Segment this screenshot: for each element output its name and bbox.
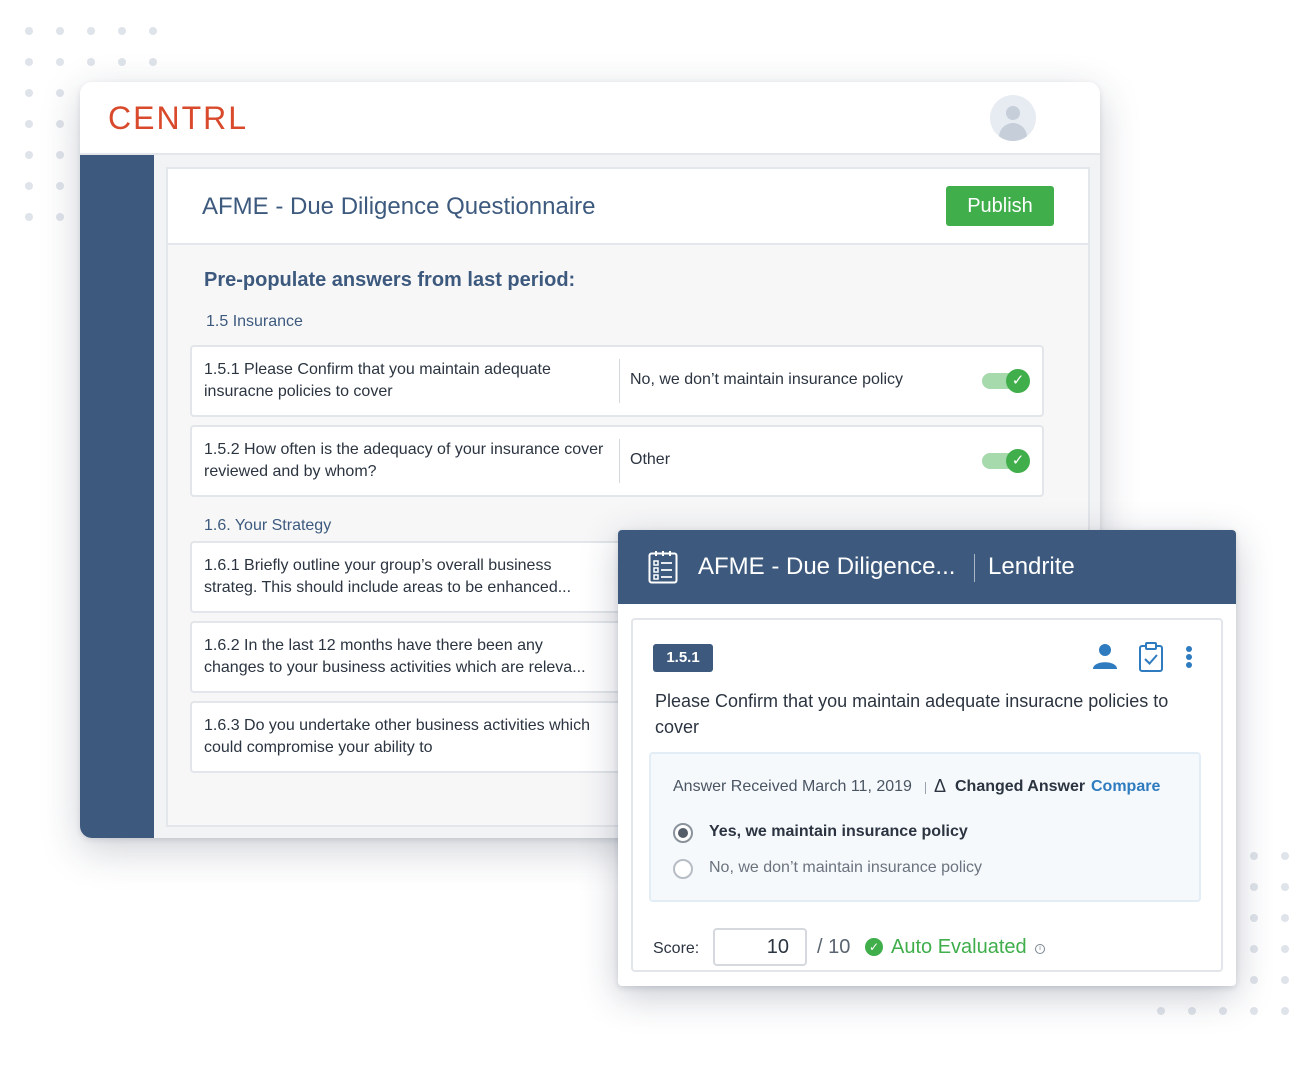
- info-icon[interactable]: i: [1035, 944, 1045, 954]
- decorative-dot: [25, 182, 33, 190]
- question-text: 1.6.1 Briefly outline your group’s overa…: [204, 557, 572, 596]
- decorative-dot: [1281, 1007, 1289, 1015]
- radio-selected[interactable]: [673, 823, 693, 843]
- section-label-insurance: 1.5 Insurance: [206, 313, 303, 330]
- decorative-dot: [1157, 1007, 1165, 1015]
- question-row: 1.5.2 How often is the adequacy of your …: [190, 425, 1044, 497]
- decorative-dot: [56, 182, 64, 190]
- person-icon[interactable]: [1091, 642, 1119, 672]
- divider: [619, 359, 620, 403]
- panel-header: AFME - Due Diligence Questionnaire Publi…: [168, 169, 1088, 245]
- prepopulate-heading: Pre-populate answers from last period:: [204, 269, 576, 291]
- user-avatar-icon[interactable]: [990, 95, 1036, 141]
- compare-link[interactable]: Compare: [1091, 778, 1160, 796]
- check-icon: ✓: [1006, 369, 1030, 393]
- decorative-dot: [56, 213, 64, 221]
- decorative-dot: [25, 58, 33, 66]
- changed-answer-label: Changed Answer: [955, 778, 1086, 795]
- question-detail: 1.5.1 Please Confirm that you maintain a…: [631, 618, 1223, 972]
- answer-received-date: Answer Received March 11, 2019: [673, 778, 912, 795]
- more-vertical-icon[interactable]: [1179, 642, 1199, 672]
- decorative-dot: [1281, 914, 1289, 922]
- decorative-dot: [1250, 914, 1258, 922]
- check-icon: ✓: [865, 938, 883, 956]
- page-title: AFME - Due Diligence Questionnaire: [202, 193, 596, 220]
- divider: [619, 439, 620, 483]
- decorative-dot: [25, 27, 33, 35]
- card-title: AFME - Due Diligence...: [698, 553, 956, 580]
- divider: [925, 782, 926, 794]
- decorative-dot: [56, 89, 64, 97]
- publish-button[interactable]: Publish: [946, 186, 1054, 226]
- decorative-dot: [56, 58, 64, 66]
- decorative-dot: [25, 89, 33, 97]
- decorative-dot: [56, 120, 64, 128]
- decorative-dot: [1250, 1007, 1258, 1015]
- decorative-dot: [1188, 1007, 1196, 1015]
- decorative-dot: [25, 151, 33, 159]
- top-bar: CENTRL: [80, 82, 1100, 155]
- previous-answer: No, we don’t maintain insurance policy: [630, 371, 904, 388]
- delta-icon: Δ: [934, 776, 947, 796]
- question-text: 1.5.1 Please Confirm that you maintain a…: [204, 361, 551, 400]
- score-label: Score:: [653, 940, 700, 957]
- question-text: 1.6.3 Do you undertake other business ac…: [204, 717, 590, 756]
- decorative-dot: [87, 27, 95, 35]
- decorative-dot: [1250, 976, 1258, 984]
- decorative-dot: [56, 151, 64, 159]
- decorative-dot: [87, 58, 95, 66]
- decorative-dot: [1219, 1007, 1227, 1015]
- decorative-dot: [118, 58, 126, 66]
- option-label: No, we don’t maintain insurance policy: [709, 859, 983, 876]
- decorative-dot: [149, 58, 157, 66]
- clipboard-check-icon[interactable]: [1137, 642, 1165, 672]
- question-text: Please Confirm that you maintain adequat…: [655, 691, 1169, 737]
- prepopulate-toggle[interactable]: ✓: [982, 369, 1030, 393]
- decorative-dot: [1250, 945, 1258, 953]
- decorative-dot: [56, 27, 64, 35]
- question-number-badge: 1.5.1: [653, 644, 713, 672]
- centrl-logo: CENTRL: [108, 100, 249, 136]
- score-max: / 10: [817, 936, 851, 958]
- check-icon: ✓: [1006, 449, 1030, 473]
- option-label: Yes, we maintain insurance policy: [709, 823, 968, 840]
- question-text: 1.6.2 In the last 12 months have there b…: [204, 637, 586, 676]
- radio-unselected[interactable]: [673, 859, 693, 879]
- decorative-dot: [1281, 883, 1289, 891]
- document-list-icon: [648, 551, 678, 584]
- prepopulate-toggle[interactable]: ✓: [982, 449, 1030, 473]
- decorative-dot: [25, 213, 33, 221]
- decorative-dot: [1281, 976, 1289, 984]
- company-name: Lendrite: [988, 553, 1075, 580]
- question-text: 1.5.2 How often is the adequacy of your …: [204, 441, 604, 480]
- decorative-dot: [1250, 852, 1258, 860]
- decorative-dot: [1281, 945, 1289, 953]
- score-input[interactable]: [713, 928, 807, 966]
- decorative-dot: [1281, 852, 1289, 860]
- previous-answer: Other: [630, 451, 671, 468]
- divider: [974, 554, 975, 582]
- decorative-dot: [1250, 883, 1258, 891]
- auto-evaluated-label: Auto Evaluated: [891, 936, 1027, 958]
- card-header: AFME - Due Diligence... Lendrite: [618, 530, 1236, 604]
- question-row: 1.5.1 Please Confirm that you maintain a…: [190, 345, 1044, 417]
- section-label-strategy: 1.6. Your Strategy: [204, 517, 332, 534]
- answer-card: AFME - Due Diligence... Lendrite 1.5.1 P…: [618, 530, 1236, 986]
- sidebar: [80, 155, 154, 838]
- decorative-dot: [118, 27, 126, 35]
- answer-box: Answer Received March 11, 2019 Δ Changed…: [649, 752, 1201, 902]
- decorative-dot: [25, 120, 33, 128]
- decorative-dot: [149, 27, 157, 35]
